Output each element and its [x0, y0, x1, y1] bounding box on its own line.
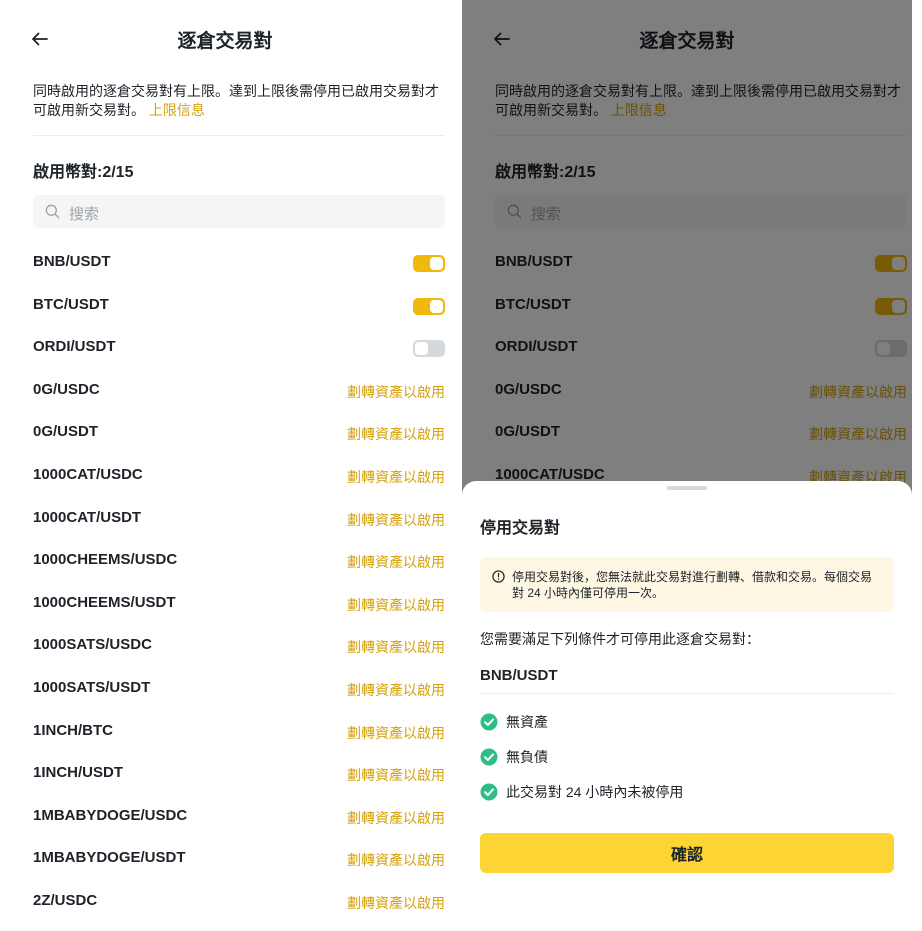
pair-symbol: 1000SATS/USDT [33, 678, 151, 696]
toggle-knob [415, 342, 428, 356]
condition-text: 無資產 [506, 714, 548, 730]
pair-row: 1MBABYDOGE/USDT 劃轉資產以啟用 [0, 837, 450, 880]
pair-symbol: 1000CAT/USDT [33, 508, 142, 526]
transfer-to-enable-link[interactable]: 劃轉資產以啟用 [347, 723, 445, 743]
search-icon [45, 204, 60, 224]
disable-pair-sheet: 停用交易對 停用交易對後，您無法就此交易對進行劃轉、借款和交易。每個交易對 24… [462, 481, 912, 931]
transfer-to-enable-link[interactable]: 劃轉資產以啟用 [347, 680, 445, 700]
transfer-to-enable-link[interactable]: 劃轉資產以啟用 [347, 808, 445, 828]
transfer-to-enable-link[interactable]: 劃轉資產以啟用 [347, 510, 445, 530]
condition-item: 無資產 [480, 709, 894, 744]
pair-toggle[interactable] [413, 297, 445, 315]
info-circle-icon [492, 570, 505, 588]
isolated-pairs-screen-with-sheet: 逐倉交易對 同時啟用的逐倉交易對有上限。達到上限後需停用已啟用交易對才可啟用新交… [462, 0, 912, 931]
requirement-text: 您需要滿足下列條件才可停用此逐倉交易對： [480, 631, 760, 647]
sheet-drag-handle[interactable] [667, 486, 707, 490]
transfer-to-enable-link[interactable]: 劃轉資產以啟用 [347, 765, 445, 785]
limit-info-link[interactable]: 上限信息 [149, 102, 205, 118]
sheet-title: 停用交易對 [480, 520, 561, 537]
pair-symbol: 1INCH/USDT [33, 764, 124, 782]
pair-symbol: 1000SATS/USDC [33, 636, 152, 654]
pair-symbol: 1000CHEEMS/USDT [33, 593, 176, 611]
pair-row: 1000CHEEMS/USDT 劃轉資產以啟用 [0, 582, 450, 625]
condition-item: 此交易對 24 小時內未被停用 [480, 779, 894, 814]
pair-row: 1000CHEEMS/USDC 劃轉資產以啟用 [0, 539, 450, 582]
header: 逐倉交易對 [0, 22, 450, 58]
enabled-pair-count: 啟用幣對:2/15 [33, 164, 134, 181]
condition-list: 無資產 無負債 此交易對 24 小時內未被停用 [480, 709, 894, 814]
transfer-to-enable-link[interactable]: 劃轉資產以啟用 [347, 893, 445, 913]
pair-symbol: 1000CHEEMS/USDC [33, 551, 178, 569]
warning-box: 停用交易對後，您無法就此交易對進行劃轉、借款和交易。每個交易對 24 小時內僅可… [480, 557, 894, 612]
divider [33, 135, 445, 136]
pair-row: 0G/USDC 劃轉資產以啟用 [0, 369, 450, 412]
pair-toggle[interactable] [413, 340, 445, 358]
pair-row: 0G/USDT 劃轉資產以啟用 [0, 411, 450, 454]
pair-symbol: BTC/USDT [33, 295, 109, 313]
check-circle-icon [480, 713, 498, 736]
transfer-to-enable-link[interactable]: 劃轉資產以啟用 [347, 552, 445, 572]
pair-symbol: 1INCH/BTC [33, 721, 114, 739]
condition-item: 無負債 [480, 744, 894, 779]
pair-row: BTC/USDT [0, 284, 450, 327]
notice-text: 同時啟用的逐倉交易對有上限。達到上限後需停用已啟用交易對才可啟用新交易對。 [33, 83, 439, 118]
toggle-knob [430, 257, 443, 270]
pair-row: 1000CAT/USDC 劃轉資產以啟用 [0, 454, 450, 497]
pair-list: BNB/USDTBTC/USDTORDI/USDT0G/USDC劃轉資產以啟用0… [0, 241, 450, 923]
transfer-to-enable-link[interactable]: 劃轉資產以啟用 [347, 637, 445, 657]
pair-row: 1000SATS/USDT 劃轉資產以啟用 [0, 667, 450, 710]
transfer-to-enable-link[interactable]: 劃轉資產以啟用 [347, 595, 445, 615]
isolated-pairs-screen: 逐倉交易對 同時啟用的逐倉交易對有上限。達到上限後需停用已啟用交易對才可啟用新交… [0, 0, 450, 931]
pair-symbol: ORDI/USDT [33, 338, 116, 356]
search-placeholder: 搜索 [69, 206, 100, 223]
pair-row: 1000CAT/USDT 劃轉資產以啟用 [0, 497, 450, 540]
pair-symbol: 0G/USDC [33, 380, 100, 398]
check-circle-icon [480, 748, 498, 771]
pair-symbol: 1000CAT/USDC [33, 465, 143, 483]
condition-text: 無負債 [506, 749, 548, 765]
transfer-to-enable-link[interactable]: 劃轉資產以啟用 [347, 850, 445, 870]
pair-symbol: 2Z/USDC [33, 891, 98, 909]
transfer-to-enable-link[interactable]: 劃轉資產以啟用 [347, 424, 445, 444]
pair-symbol: 0G/USDT [33, 423, 99, 441]
divider [480, 693, 894, 694]
check-circle-icon [480, 783, 498, 806]
pair-row: BNB/USDT [0, 241, 450, 284]
pair-row: 1000SATS/USDC 劃轉資產以啟用 [0, 624, 450, 667]
pair-row: ORDI/USDT [0, 326, 450, 369]
selected-pair: BNB/USDT [480, 667, 558, 684]
pair-row: 1INCH/USDT 劃轉資產以啟用 [0, 752, 450, 795]
search-input[interactable]: 搜索 [33, 195, 445, 228]
condition-text: 此交易對 24 小時內未被停用 [506, 784, 684, 800]
transfer-to-enable-link[interactable]: 劃轉資產以啟用 [347, 382, 445, 402]
pair-symbol: 1MBABYDOGE/USDC [33, 806, 188, 824]
warning-text: 停用交易對後，您無法就此交易對進行劃轉、借款和交易。每個交易對 24 小時內僅可… [512, 570, 873, 600]
pair-row: 2Z/USDC 劃轉資產以啟用 [0, 880, 450, 923]
pair-row: 1INCH/BTC 劃轉資產以啟用 [0, 710, 450, 753]
limit-notice: 同時啟用的逐倉交易對有上限。達到上限後需停用已啟用交易對才可啟用新交易對。 上限… [33, 82, 443, 120]
pair-symbol: 1MBABYDOGE/USDT [33, 849, 186, 867]
toggle-knob [430, 299, 443, 313]
pair-symbol: BNB/USDT [33, 253, 111, 270]
pair-toggle[interactable] [413, 255, 445, 272]
transfer-to-enable-link[interactable]: 劃轉資產以啟用 [347, 467, 445, 487]
screen-content: 逐倉交易對 同時啟用的逐倉交易對有上限。達到上限後需停用已啟用交易對才可啟用新交… [0, 0, 450, 931]
pair-row: 1MBABYDOGE/USDC 劃轉資產以啟用 [0, 795, 450, 838]
page-title: 逐倉交易對 [177, 31, 273, 52]
confirm-button[interactable]: 確認 [480, 833, 894, 873]
